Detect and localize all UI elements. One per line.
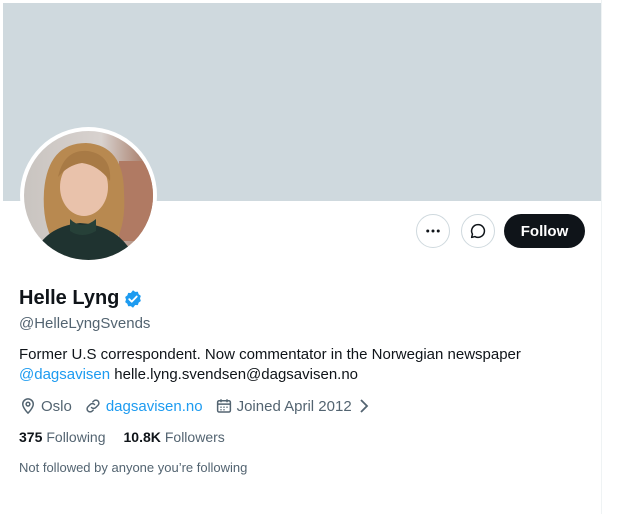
avatar-photo: [24, 131, 153, 260]
joined-text: Joined April 2012: [236, 397, 352, 415]
message-icon: [470, 223, 486, 239]
profile-bio: Former U.S correspondent. Now commentato…: [19, 345, 579, 385]
followers-stat[interactable]: 10.8K Followers: [124, 429, 225, 445]
location-item: Oslo: [19, 397, 72, 415]
following-stat[interactable]: 375 Following: [19, 429, 106, 445]
message-button[interactable]: [461, 214, 495, 248]
following-label: Following: [46, 429, 106, 445]
follow-button[interactable]: Follow: [504, 214, 585, 248]
website-item: dagsavisen.no: [84, 397, 203, 415]
followers-count: 10.8K: [123, 429, 161, 445]
follow-stats: 375 Following 10.8K Followers: [19, 429, 243, 445]
profile-name-row: Helle Lyng: [19, 287, 143, 310]
location-pin-icon: [21, 398, 35, 415]
website-link[interactable]: dagsavisen.no: [106, 398, 203, 415]
profile-name: Helle Lyng: [19, 287, 120, 309]
joined-item: Joined April 2012: [215, 397, 374, 415]
location-text: Oslo: [41, 397, 72, 415]
profile-avatar[interactable]: [20, 127, 157, 264]
following-count: 375: [19, 429, 43, 445]
link-icon: [86, 399, 100, 413]
bio-text: Former U.S correspondent. Now commentato…: [19, 346, 521, 363]
bio-email: helle.lyng.svendsen@dagsavisen.no: [110, 366, 359, 383]
bio-mention-link[interactable]: @dagsavisen: [19, 366, 110, 383]
more-options-button[interactable]: [416, 214, 450, 248]
profile-handle: @HelleLyngSvends: [19, 315, 151, 332]
calendar-icon: [216, 399, 231, 413]
more-horizontal-icon: [426, 229, 440, 233]
followed-by-note: Not followed by anyone you’re following: [19, 460, 248, 475]
chevron-right-icon[interactable]: [358, 398, 374, 414]
column-border: [601, 0, 602, 514]
profile-page: Follow Helle Lyng @HelleLyngSvends Forme…: [3, 3, 601, 511]
profile-meta: Oslo dagsavisen.no Joined April 2012: [19, 397, 386, 415]
followers-label: Followers: [164, 429, 225, 445]
verified-badge-icon[interactable]: [123, 289, 143, 309]
